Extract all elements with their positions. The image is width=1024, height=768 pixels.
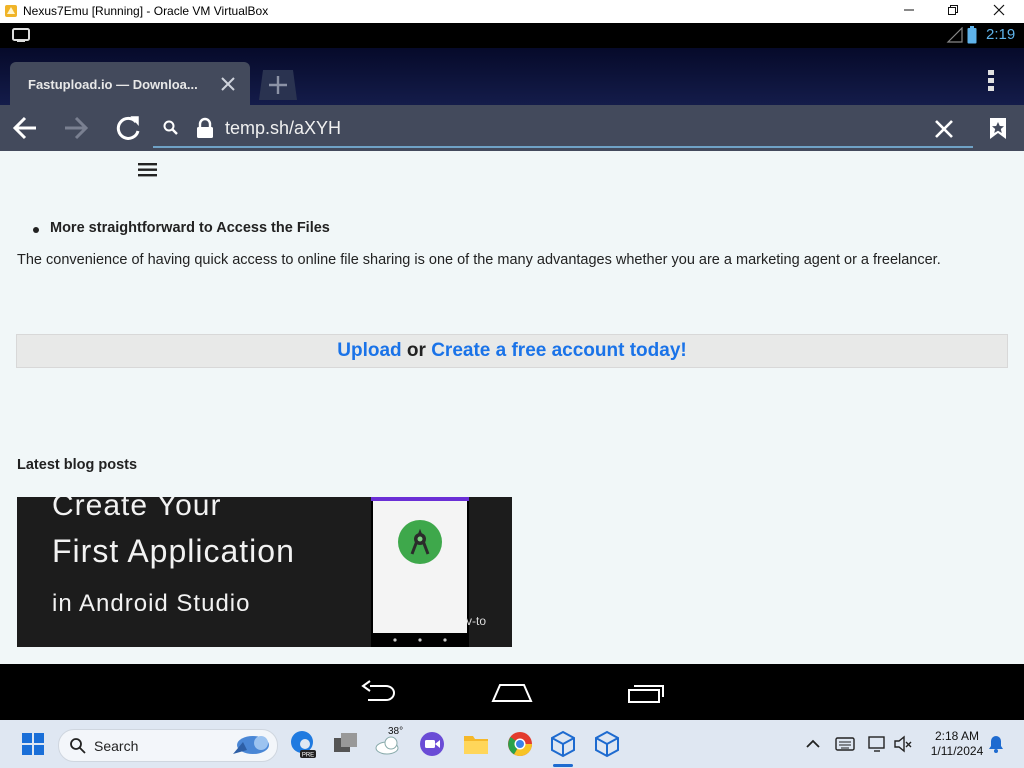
android-status-bar: 2:19: [0, 23, 1024, 48]
upload-link[interactable]: Upload: [337, 340, 401, 361]
restore-button[interactable]: [930, 0, 976, 23]
chevron-up-icon[interactable]: [804, 735, 822, 753]
android-recents-icon[interactable]: [626, 682, 666, 704]
screen-notification-icon: [12, 28, 30, 42]
phone-screen: [373, 501, 467, 633]
phone-nav-dots: [393, 638, 447, 642]
close-window-button[interactable]: [976, 0, 1022, 23]
chrome-icon[interactable]: [504, 728, 536, 760]
edge-beta-icon[interactable]: PRE: [286, 728, 318, 760]
hamburger-menu-icon[interactable]: [137, 160, 159, 178]
volume-muted-icon[interactable]: [892, 734, 914, 754]
phone-mockup: [371, 497, 469, 647]
search-icon: [163, 120, 178, 135]
search-highlight-icon: [233, 736, 269, 754]
blog-post-thumbnail[interactable]: Create Your First Application in Android…: [17, 497, 512, 647]
window-title-bar: Nexus7Emu [Running] - Oracle VM VirtualB…: [0, 0, 1024, 23]
close-icon: [993, 4, 1005, 16]
signal-icon: [946, 27, 963, 43]
list-item-heading: More straightforward to Access the Files: [50, 220, 330, 236]
or-text: or: [406, 340, 426, 361]
paragraph: The convenience of having quick access t…: [17, 252, 941, 268]
minimize-button[interactable]: [886, 0, 932, 23]
battery-icon: [967, 26, 977, 44]
notification-bell-icon[interactable]: [987, 734, 1005, 754]
meet-now-icon[interactable]: [416, 728, 448, 760]
overflow-menu-icon[interactable]: [976, 64, 1006, 98]
clear-url-icon[interactable]: [926, 109, 962, 147]
taskbar-clock[interactable]: 2:18 AM 1/11/2024: [922, 729, 992, 759]
back-arrow-icon[interactable]: [8, 109, 44, 147]
web-page: More straightforward to Access the Files…: [0, 151, 1024, 664]
virtualbox-icon: [5, 5, 17, 17]
new-tab-icon[interactable]: [258, 66, 298, 102]
virtualbox-manager-icon[interactable]: [591, 728, 623, 760]
active-app-indicator: [553, 764, 573, 767]
windows-taskbar: Search PRE 38° 2:18 AM 1/11/2024: [0, 720, 1024, 768]
lock-icon: [197, 117, 213, 138]
bookmark-icon[interactable]: [980, 109, 1016, 147]
thumbnail-overlay-text: v-to: [466, 614, 487, 628]
android-home-icon[interactable]: [490, 682, 534, 704]
network-icon[interactable]: [866, 734, 888, 754]
taskbar-search-icon: [70, 738, 86, 754]
windows-start-icon[interactable]: [17, 728, 49, 760]
android-studio-icon: [398, 520, 442, 564]
taskbar-search[interactable]: Search: [58, 729, 278, 762]
clock-date: 1/11/2024: [930, 744, 984, 758]
url-input[interactable]: temp.sh/aXYH: [225, 118, 341, 139]
tab-title: Fastupload.io — Downloa...: [28, 77, 198, 92]
status-time: 2:19: [986, 26, 1016, 43]
restore-icon: [948, 5, 958, 15]
android-back-icon[interactable]: [358, 680, 398, 704]
bullet-icon: [33, 227, 39, 233]
browser-toolbar: temp.sh/aXYH: [0, 105, 1024, 151]
browser-tab[interactable]: Fastupload.io — Downloa...: [10, 62, 250, 105]
weather-temperature: 38°: [388, 726, 404, 737]
taskbar-search-label: Search: [94, 738, 139, 754]
minimize-icon: [904, 9, 914, 11]
url-underline: [153, 146, 973, 148]
keyboard-icon[interactable]: [834, 734, 856, 754]
window-title: Nexus7Emu [Running] - Oracle VM VirtualB…: [23, 4, 269, 18]
virtualbox-taskbar-icon[interactable]: [547, 728, 579, 760]
reload-icon[interactable]: [110, 109, 146, 147]
android-nav-bar: [0, 664, 1024, 720]
upload-banner: Upload or Create a free account today!: [16, 334, 1008, 368]
close-tab-icon[interactable]: [216, 72, 240, 96]
thumbnail-line-3: in Android Studio: [52, 590, 251, 617]
thumbnail-line-1: Create Your: [52, 497, 222, 522]
svg-text:PRE: PRE: [302, 753, 314, 759]
task-view-icon[interactable]: [330, 728, 362, 760]
latest-blog-posts-heading: Latest blog posts: [17, 457, 138, 473]
thumbnail-line-2: First Application: [52, 533, 295, 569]
create-account-link[interactable]: Create a free account today!: [431, 340, 687, 361]
clock-time: 2:18 AM: [934, 729, 980, 743]
forward-arrow-icon[interactable]: [57, 109, 93, 147]
file-explorer-icon[interactable]: [460, 728, 492, 760]
